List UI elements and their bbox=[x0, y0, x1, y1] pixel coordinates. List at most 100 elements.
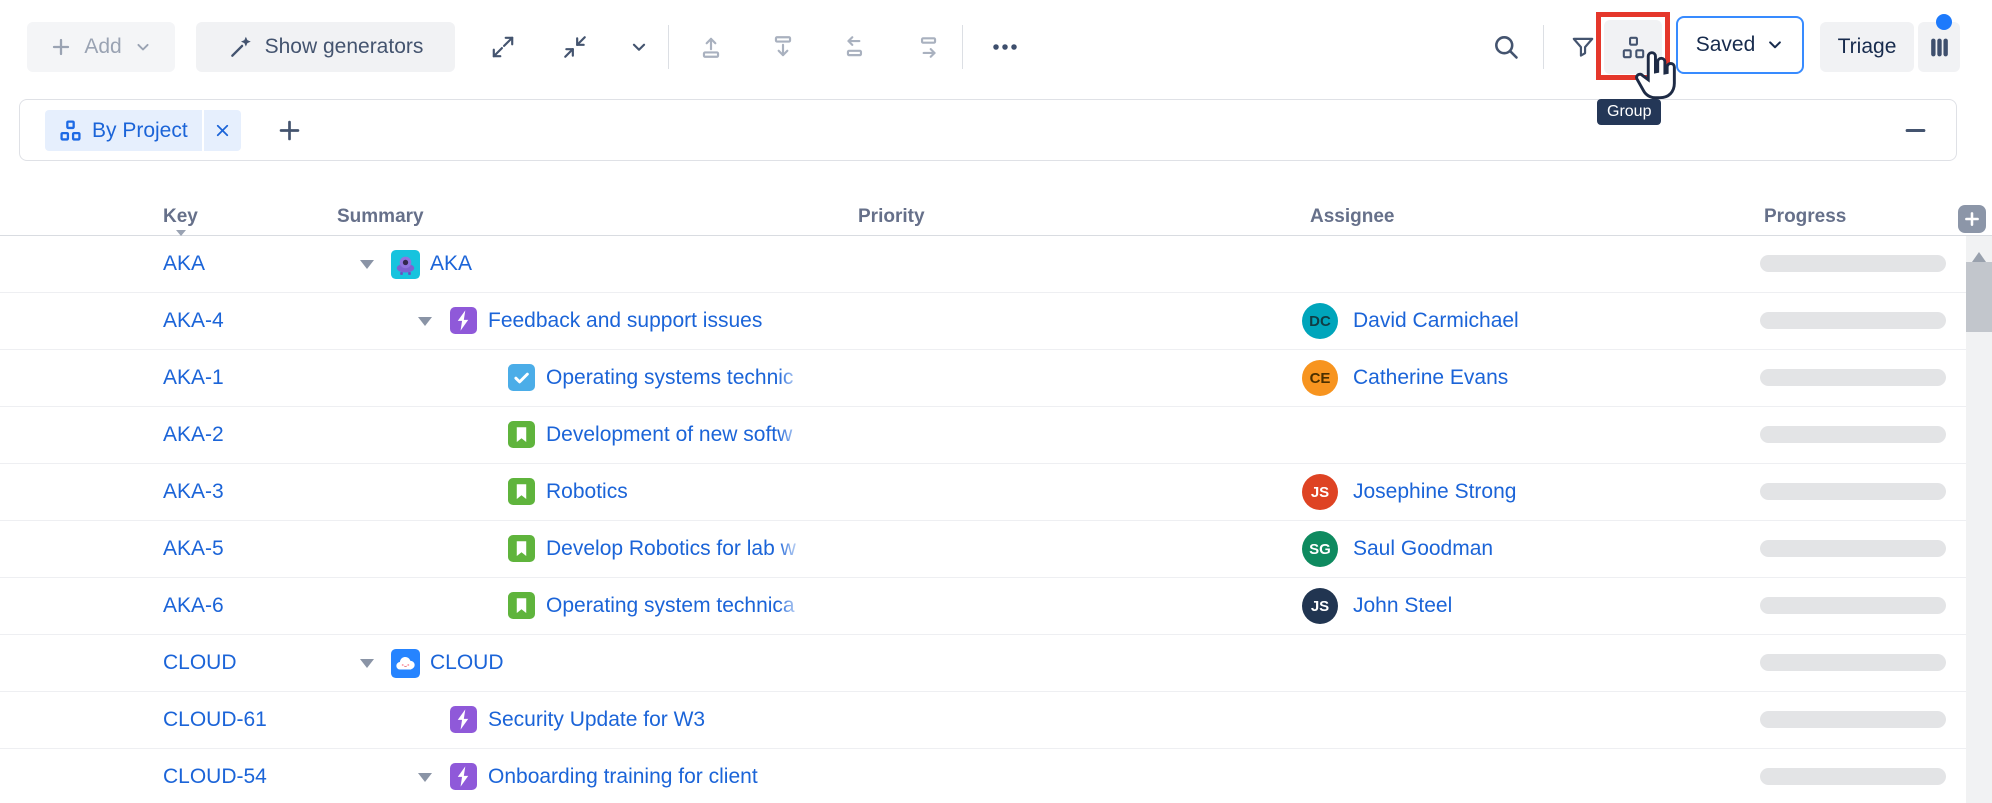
issue-key-link[interactable]: CLOUD-54 bbox=[163, 765, 267, 789]
saved-dropdown[interactable]: Saved bbox=[1676, 16, 1804, 74]
vertical-scrollbar[interactable] bbox=[1966, 236, 1992, 803]
more-actions-button[interactable] bbox=[982, 22, 1028, 72]
search-button[interactable] bbox=[1483, 22, 1529, 72]
issue-summary-link[interactable]: AKA bbox=[430, 252, 850, 276]
chevron-down-icon bbox=[1766, 36, 1784, 54]
assignee-name-link[interactable]: Saul Goodman bbox=[1353, 537, 1493, 561]
assignee-name-link[interactable]: Catherine Evans bbox=[1353, 366, 1508, 390]
chevron-down-icon bbox=[133, 37, 153, 57]
scrollbar-thumb[interactable] bbox=[1966, 262, 1992, 332]
issue-key-link[interactable]: AKA bbox=[163, 252, 205, 276]
avatar[interactable]: JS bbox=[1302, 588, 1338, 624]
show-generators-button[interactable]: Show generators bbox=[196, 22, 455, 72]
plus-icon bbox=[1963, 210, 1981, 228]
group-icon bbox=[59, 119, 82, 142]
avatar[interactable]: CE bbox=[1302, 360, 1338, 396]
assignee-cell: SG Saul Goodman bbox=[1302, 531, 1493, 567]
grouping-bar: By Project bbox=[19, 99, 1957, 161]
column-header-assignee[interactable]: Assignee bbox=[1310, 206, 1394, 228]
expand-all-icon bbox=[490, 34, 516, 60]
expand-twisty-icon[interactable] bbox=[360, 260, 374, 276]
add-grouping-button[interactable] bbox=[268, 110, 310, 151]
epic-icon bbox=[450, 307, 477, 334]
move-left-icon bbox=[842, 34, 868, 60]
issue-summary-link[interactable]: Operating system technica bbox=[546, 594, 804, 618]
expand-level-dropdown[interactable] bbox=[620, 22, 658, 72]
collapse-all-button[interactable] bbox=[552, 22, 598, 72]
group-tooltip: Group bbox=[1597, 99, 1661, 125]
progress-bar bbox=[1760, 369, 1946, 386]
columns-icon bbox=[1927, 35, 1952, 60]
issue-key-link[interactable]: AKA-4 bbox=[163, 309, 224, 333]
search-icon bbox=[1492, 33, 1520, 61]
table-row: CLOUD-61 Security Update for W3 bbox=[0, 692, 1966, 749]
issue-summary-link[interactable]: Security Update for W3 bbox=[488, 708, 850, 732]
story-icon bbox=[508, 592, 535, 619]
column-header-priority[interactable]: Priority bbox=[858, 206, 925, 228]
move-bottom-button[interactable] bbox=[760, 22, 806, 72]
collapse-all-icon bbox=[562, 34, 588, 60]
issue-key-link[interactable]: AKA-6 bbox=[163, 594, 224, 618]
toolbar-divider bbox=[668, 25, 669, 69]
column-header-progress[interactable]: Progress bbox=[1764, 206, 1846, 228]
columns-button[interactable] bbox=[1918, 22, 1960, 72]
group-button[interactable] bbox=[1604, 20, 1662, 74]
progress-bar bbox=[1760, 312, 1946, 329]
move-right-button[interactable] bbox=[905, 22, 951, 72]
filter-icon bbox=[1570, 34, 1596, 60]
group-by-project-chip-main[interactable]: By Project bbox=[45, 110, 202, 151]
issue-summary-link[interactable]: Develop Robotics for lab w bbox=[546, 537, 804, 561]
avatar[interactable]: SG bbox=[1302, 531, 1338, 567]
table-row: AKA-6 Operating system technica JS John … bbox=[0, 578, 1966, 635]
toolbar-divider bbox=[962, 25, 963, 69]
add-button[interactable]: Add bbox=[27, 22, 175, 72]
group-by-project-chip[interactable]: By Project bbox=[45, 110, 241, 151]
remove-grouping-button[interactable] bbox=[204, 110, 241, 151]
issue-summary-link[interactable]: Feedback and support issues bbox=[488, 309, 850, 333]
move-top-button[interactable] bbox=[688, 22, 734, 72]
expand-twisty-icon[interactable] bbox=[360, 659, 374, 675]
expand-all-button[interactable] bbox=[480, 22, 526, 72]
collapse-panel-button[interactable] bbox=[1903, 118, 1928, 143]
avatar[interactable]: DC bbox=[1302, 303, 1338, 339]
toolbar: Add Show generators Saved bbox=[0, 0, 1992, 92]
avatar[interactable]: JS bbox=[1302, 474, 1338, 510]
progress-bar bbox=[1760, 540, 1946, 557]
progress-bar bbox=[1760, 654, 1946, 671]
assignee-cell: JS John Steel bbox=[1302, 588, 1452, 624]
issue-summary-link[interactable]: CLOUD bbox=[430, 651, 850, 675]
add-column-button[interactable] bbox=[1958, 205, 1986, 233]
issue-summary-link[interactable]: Development of new softw bbox=[546, 423, 804, 447]
triage-button[interactable]: Triage bbox=[1820, 22, 1914, 72]
assignee-name-link[interactable]: David Carmichael bbox=[1353, 309, 1519, 333]
issue-summary-link[interactable]: Robotics bbox=[546, 480, 804, 504]
notification-dot bbox=[1936, 14, 1952, 30]
issue-key-link[interactable]: AKA-1 bbox=[163, 366, 224, 390]
issue-key-link[interactable]: CLOUD bbox=[163, 651, 237, 675]
table-row: AKA-4 Feedback and support issues DC Dav… bbox=[0, 293, 1966, 350]
table-row: CLOUD CLOUD bbox=[0, 635, 1966, 692]
issue-summary-link[interactable]: Operating systems technic bbox=[546, 366, 804, 390]
assignee-name-link[interactable]: Josephine Strong bbox=[1353, 480, 1516, 504]
expand-twisty-icon[interactable] bbox=[418, 317, 432, 333]
issue-summary-link[interactable]: Onboarding training for client bbox=[488, 765, 850, 789]
plus-icon bbox=[276, 117, 303, 144]
move-left-button[interactable] bbox=[832, 22, 878, 72]
issue-key-link[interactable]: AKA-3 bbox=[163, 480, 224, 504]
expand-twisty-icon[interactable] bbox=[418, 773, 432, 789]
scroll-up-icon[interactable] bbox=[1972, 245, 1986, 262]
table-row: AKA AKA bbox=[0, 236, 1966, 293]
issue-key-link[interactable]: AKA-2 bbox=[163, 423, 224, 447]
issue-key-link[interactable]: AKA-5 bbox=[163, 537, 224, 561]
column-header-summary[interactable]: Summary bbox=[337, 206, 424, 228]
assignee-cell: JS Josephine Strong bbox=[1302, 474, 1516, 510]
assignee-cell: CE Catherine Evans bbox=[1302, 360, 1508, 396]
project-cloud-icon bbox=[391, 649, 418, 676]
filter-button[interactable] bbox=[1560, 22, 1606, 72]
table-row: AKA-1 Operating systems technic CE Cathe… bbox=[0, 350, 1966, 407]
progress-bar bbox=[1760, 255, 1946, 272]
issue-key-link[interactable]: CLOUD-61 bbox=[163, 708, 267, 732]
minus-icon bbox=[1903, 118, 1928, 143]
column-header-key[interactable]: Key bbox=[163, 206, 198, 228]
assignee-name-link[interactable]: John Steel bbox=[1353, 594, 1452, 618]
